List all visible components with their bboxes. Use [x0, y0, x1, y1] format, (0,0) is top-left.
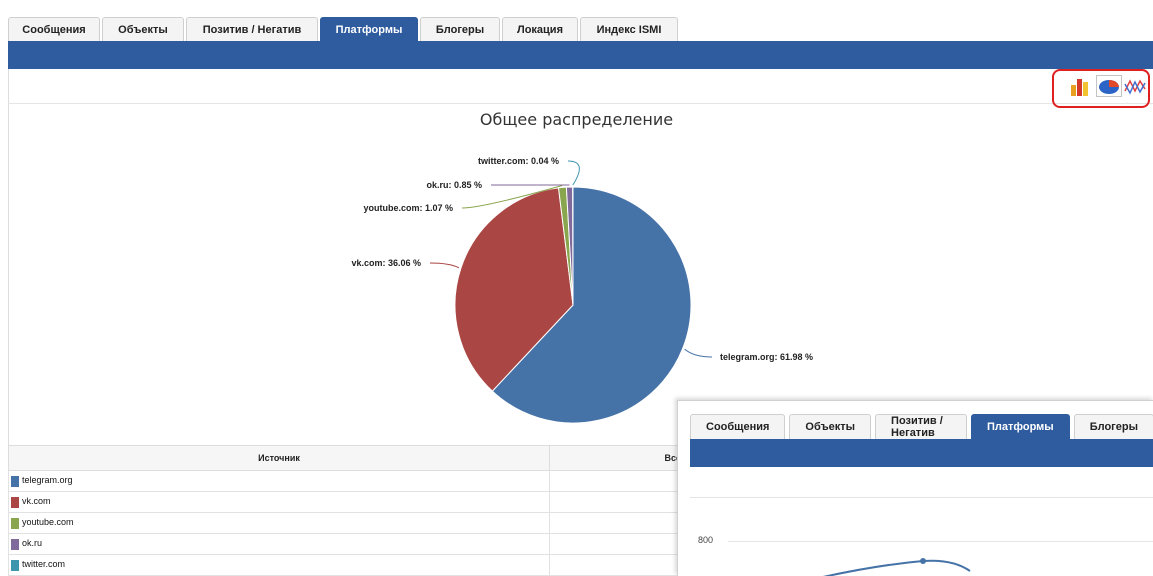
- column-header-all: Все: [550, 446, 686, 471]
- table-row: twitter.com: [9, 555, 686, 576]
- source-name: ok.ru: [22, 538, 42, 548]
- source-name: telegram.org: [22, 475, 73, 485]
- legend-swatch: [11, 497, 19, 508]
- pie-label: telegram.org: 61.98 %: [720, 352, 813, 362]
- source-name: youtube.com: [22, 517, 74, 527]
- pie-chart: telegram.org: 61.98 % vk.com: 36.06 % yout…: [0, 0, 1153, 440]
- pie-label: twitter.com: 0.04 %: [478, 156, 559, 166]
- source-cell: twitter.com: [9, 555, 550, 576]
- source-cell: vk.com: [9, 492, 550, 513]
- all-cell: [550, 555, 686, 576]
- legend-swatch: [11, 476, 19, 487]
- legend-swatch: [11, 518, 19, 529]
- pie-connector: [685, 349, 712, 357]
- source-name: vk.com: [22, 496, 51, 506]
- overlay-data-point: [920, 558, 926, 564]
- source-cell: youtube.com: [9, 513, 550, 534]
- table-row: vk.com: [9, 492, 686, 513]
- source-cell: ok.ru: [9, 534, 550, 555]
- sources-table: Источник Все telegram.org vk.com youtube.c…: [8, 445, 686, 576]
- all-cell: [550, 534, 686, 555]
- pie-connector: [568, 161, 579, 185]
- legend-swatch: [11, 560, 19, 571]
- pie-label: vk.com: 36.06 %: [351, 258, 421, 268]
- pie-label: youtube.com: 1.07 %: [363, 203, 453, 213]
- table-row: telegram.org: [9, 471, 686, 492]
- all-cell: [550, 492, 686, 513]
- source-cell: telegram.org: [9, 471, 550, 492]
- legend-swatch: [11, 539, 19, 550]
- source-name: twitter.com: [22, 559, 65, 569]
- overlay-screenshot: Сообщения Объекты Позитив / Негатив Плат…: [677, 400, 1153, 576]
- pie-label: ok.ru: 0.85 %: [426, 180, 482, 190]
- table-row: youtube.com: [9, 513, 686, 534]
- table-row: ok.ru: [9, 534, 686, 555]
- pie-connector: [430, 263, 459, 268]
- all-cell: [550, 513, 686, 534]
- overlay-line-series: [678, 401, 1153, 576]
- column-header-source: Источник: [9, 446, 550, 471]
- all-cell: [550, 471, 686, 492]
